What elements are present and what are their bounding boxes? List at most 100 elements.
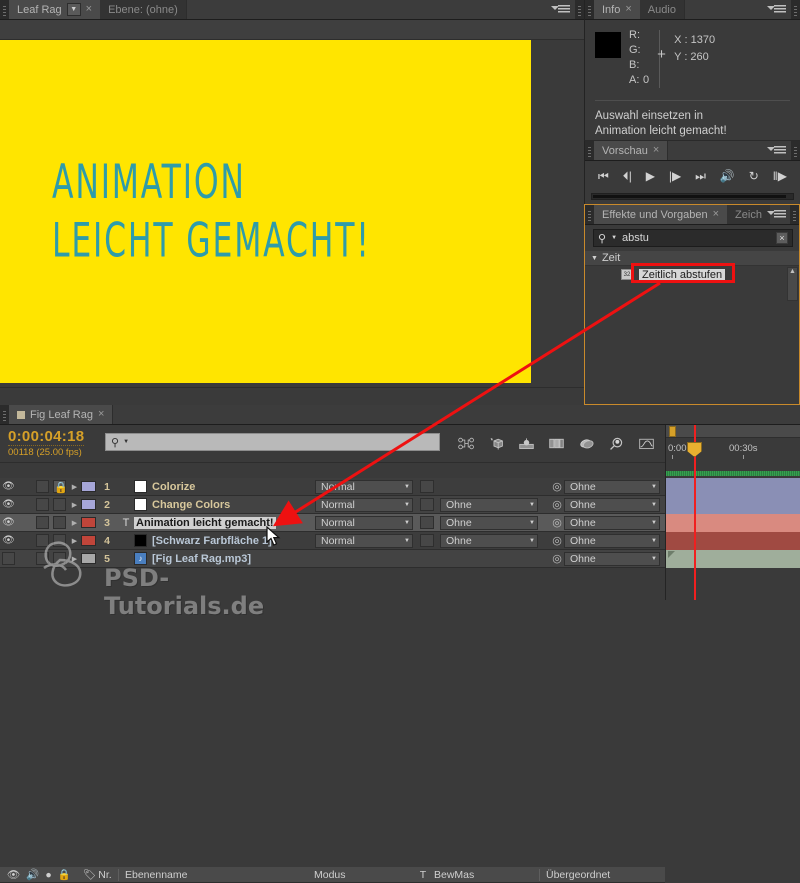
solo-toggle[interactable]	[34, 516, 51, 529]
tab-info[interactable]: Info ×	[594, 0, 640, 19]
tab-timeline-fig-leaf-rag[interactable]: Fig Leaf Rag ×	[9, 405, 113, 424]
layer-bar-audio[interactable]	[666, 550, 800, 568]
label-color-chip[interactable]	[81, 553, 96, 564]
layer-name[interactable]: [Schwarz Farbfläche 1]	[152, 535, 272, 547]
chevron-down-icon[interactable]: ▼	[123, 439, 129, 445]
column-header-parent[interactable]: Übergeordnet	[540, 869, 610, 881]
panel-gripper[interactable]	[585, 141, 594, 160]
label-color-chip[interactable]	[81, 535, 96, 546]
track-matte-dropdown[interactable]: Ohne ▼	[440, 533, 538, 548]
close-icon[interactable]: ×	[713, 209, 719, 220]
tab-zeichen[interactable]: Zeich	[727, 205, 770, 224]
panel-gripper[interactable]	[0, 405, 9, 424]
layer-bar[interactable]	[666, 532, 800, 550]
layer-name[interactable]: Colorize	[152, 481, 195, 493]
visibility-toggle[interactable]: 👁	[0, 517, 17, 528]
parent-dropdown[interactable]: Ohne ▼	[564, 497, 660, 512]
composition-nesting-icon[interactable]	[458, 436, 475, 451]
loop-icon[interactable]: ↻	[749, 170, 759, 182]
label-color-chip[interactable]	[81, 517, 96, 528]
preview-slider[interactable]	[591, 193, 794, 200]
tab-audio[interactable]: Audio	[639, 0, 684, 19]
close-icon[interactable]: ×	[86, 4, 92, 15]
close-icon[interactable]: ×	[98, 409, 104, 420]
current-timecode[interactable]: 0:00:04:18	[8, 428, 85, 446]
parent-dropdown[interactable]: Ohne ▼	[564, 533, 660, 548]
panel-gripper-right[interactable]	[575, 0, 584, 19]
timeline-playhead[interactable]	[687, 425, 702, 581]
parent-dropdown[interactable]: Ohne ▼	[564, 515, 660, 530]
blend-mode-dropdown[interactable]: Normal ▼	[315, 497, 413, 512]
column-header-bewmas[interactable]: BewMas	[434, 869, 539, 881]
shy-icon[interactable]	[578, 436, 595, 451]
chevron-down-icon[interactable]: ▼	[66, 3, 81, 16]
chevron-down-icon[interactable]: ▼	[611, 235, 617, 241]
panel-gripper[interactable]	[585, 205, 594, 224]
expand-triangle-icon[interactable]: ▶	[68, 519, 81, 527]
effects-search-input[interactable]: ⚲ ▼ abstu ×	[593, 229, 793, 247]
expand-triangle-icon[interactable]: ▶	[68, 537, 81, 545]
motion-blur-icon[interactable]	[518, 436, 535, 451]
play-button[interactable]: ▶	[646, 170, 655, 182]
parent-pickwhip-icon[interactable]: ◎	[550, 516, 564, 529]
parent-pickwhip-icon[interactable]: ◎	[550, 480, 564, 493]
parent-pickwhip-icon[interactable]: ◎	[550, 534, 564, 547]
expand-triangle-icon[interactable]: ▶	[68, 501, 81, 509]
blend-mode-dropdown[interactable]: Normal ▼	[315, 479, 413, 494]
lock-icon[interactable]: 🔒	[58, 868, 71, 881]
blend-mode-dropdown[interactable]: Normal ▼	[315, 515, 413, 530]
track-matte-toggle[interactable]	[420, 498, 434, 511]
composition-canvas[interactable]: ANIMATION LEICHT GEMACHT!	[0, 40, 531, 383]
graph-editor-icon[interactable]	[608, 436, 625, 451]
label-color-chip[interactable]	[81, 499, 96, 510]
effects-scrollbar[interactable]	[787, 267, 798, 301]
last-frame-button[interactable]: ⏭	[695, 170, 706, 182]
solo-toggle[interactable]	[34, 552, 51, 565]
draft-3d-icon[interactable]	[488, 436, 505, 451]
composition-stage[interactable]: ANIMATION LEICHT GEMACHT!	[0, 40, 584, 387]
lock-toggle[interactable]	[51, 534, 68, 547]
expand-triangle-icon[interactable]: ▶	[68, 483, 81, 491]
visibility-toggle[interactable]: 👁	[0, 499, 17, 510]
eye-icon[interactable]: 👁	[7, 868, 20, 881]
table-row[interactable]: ▶ 5 ♪ [Fig Leaf Rag.mp3] ◎ Ohne ▼	[0, 550, 665, 568]
parent-pickwhip-icon[interactable]: ◎	[550, 552, 564, 565]
layer-name[interactable]: [Fig Leaf Rag.mp3]	[152, 553, 251, 565]
tab-effekte-und-vorgaben[interactable]: Effekte und Vorgaben ×	[594, 205, 728, 224]
track-matte-toggle[interactable]	[420, 534, 434, 547]
panel-menu-icon[interactable]	[766, 205, 790, 224]
solo-toggle[interactable]	[34, 498, 51, 511]
work-area-start-handle[interactable]	[669, 426, 676, 437]
timecode-display[interactable]: 0:00:04:18 00118 (25.00 fps)	[0, 425, 105, 462]
panel-gripper-right[interactable]	[791, 141, 800, 160]
track-matte-toggle[interactable]	[420, 516, 434, 529]
solo-icon[interactable]: ●	[45, 869, 51, 881]
speaker-icon[interactable]: 🔊	[26, 868, 39, 881]
panel-gripper[interactable]	[0, 0, 9, 19]
tab-layer-none[interactable]: Ebene: (ohne)	[100, 0, 186, 19]
panel-menu-icon[interactable]	[767, 141, 791, 160]
layer-name[interactable]: Change Colors	[152, 499, 230, 511]
first-frame-button[interactable]: ⏮	[598, 170, 609, 182]
column-header-t[interactable]: T	[412, 869, 434, 881]
table-row[interactable]: 👁 ▶ 2 Change Colors Normal ▼ Ohne ▼ ◎ Ohne…	[0, 496, 665, 514]
timeline-track-area[interactable]	[665, 471, 800, 600]
layer-bar[interactable]	[666, 496, 800, 514]
panel-gripper-right[interactable]	[791, 0, 800, 19]
audio-icon[interactable]: 🔊	[720, 170, 735, 182]
visibility-toggle[interactable]: 👁	[0, 535, 17, 546]
next-frame-button[interactable]: |▶	[669, 170, 681, 182]
blend-mode-dropdown[interactable]: Normal ▼	[315, 533, 413, 548]
curve-editor-icon[interactable]	[638, 436, 655, 451]
visibility-toggle[interactable]: 👁	[0, 481, 17, 492]
track-matte-dropdown[interactable]: Ohne ▼	[440, 497, 538, 512]
prev-frame-button[interactable]: ⏴|	[623, 170, 632, 182]
panel-menu-icon[interactable]	[551, 0, 575, 19]
parent-pickwhip-icon[interactable]: ◎	[550, 498, 564, 511]
layer-bar[interactable]	[666, 478, 800, 496]
column-header-modus[interactable]: Modus	[314, 869, 412, 881]
label-color-chip[interactable]	[81, 481, 96, 492]
panel-gripper-right[interactable]	[790, 205, 799, 224]
ram-preview-button[interactable]: ‖▶	[773, 170, 787, 182]
column-header-number[interactable]: Nr.	[92, 869, 118, 881]
